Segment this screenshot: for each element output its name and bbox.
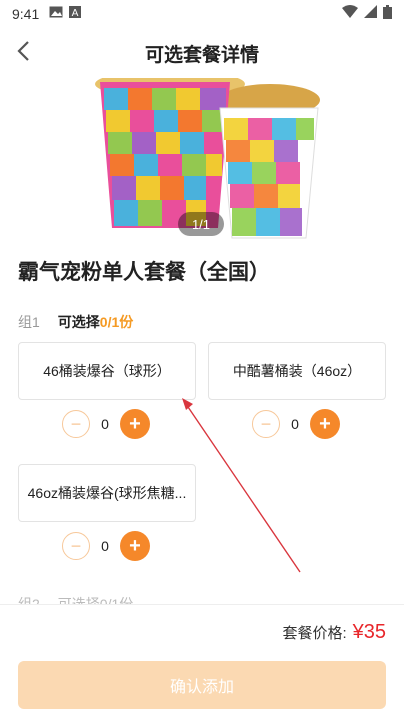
option-name: 46桶装爆谷（球形） [43,363,171,379]
signal-icon [364,5,377,23]
quantity-stepper: − 0 + [62,409,150,439]
increment-button[interactable]: + [120,531,150,561]
bottom-bar: 套餐价格: ¥35 确认添加 [0,604,404,718]
quantity-stepper: − 0 + [252,409,340,439]
option-name: 46oz桶装爆谷(球形焦糖... [27,485,187,501]
option-name: 中酷薯桶装（46oz） [232,363,362,379]
quantity-value: 0 [101,416,109,432]
option-card[interactable]: 46oz桶装爆谷(球形焦糖... [18,464,196,522]
status-bar: 9:41 A [0,0,404,28]
confirm-add-button[interactable]: 确认添加 [18,661,386,709]
quantity-stepper: − 0 + [62,531,150,561]
select-prefix: 可选择 [57,314,100,330]
battery-icon [383,4,392,24]
increment-button[interactable]: + [310,409,340,439]
image-icon [49,5,63,23]
status-time: 9:41 [12,6,40,22]
quantity-value: 0 [291,416,299,432]
decrement-button[interactable]: − [252,410,280,438]
group-1-header: 组1 可选择0/1份 [18,312,133,332]
back-button[interactable] [6,36,40,70]
price-label: 套餐价格: [282,625,347,642]
status-left-icons: A [49,5,82,23]
group-select-info: 可选择0/1份 [58,312,133,332]
group-label: 组1 [18,314,40,330]
nav-bar: 可选套餐详情 [0,28,404,78]
price-row: 套餐价格: ¥35 [282,621,386,644]
page-title: 可选套餐详情 [144,44,259,66]
wifi-icon [342,5,358,23]
quantity-value: 0 [101,538,109,554]
option-card[interactable]: 中酷薯桶装（46oz） [208,342,386,400]
status-right-icons [342,4,392,24]
option-card[interactable]: 46桶装爆谷（球形） [18,342,196,400]
svg-text:A: A [72,8,79,18]
chevron-left-icon [16,40,30,67]
product-title: 霸气宠粉单人套餐（全国） [18,261,270,284]
increment-button[interactable]: + [120,409,150,439]
banner-page-indicator: 1/1 [178,212,224,236]
select-count: 0/1份 [99,314,134,330]
decrement-button[interactable]: − [62,410,90,438]
decrement-button[interactable]: − [62,532,90,560]
a-icon: A [69,5,82,23]
price-value: ¥35 [352,621,386,643]
